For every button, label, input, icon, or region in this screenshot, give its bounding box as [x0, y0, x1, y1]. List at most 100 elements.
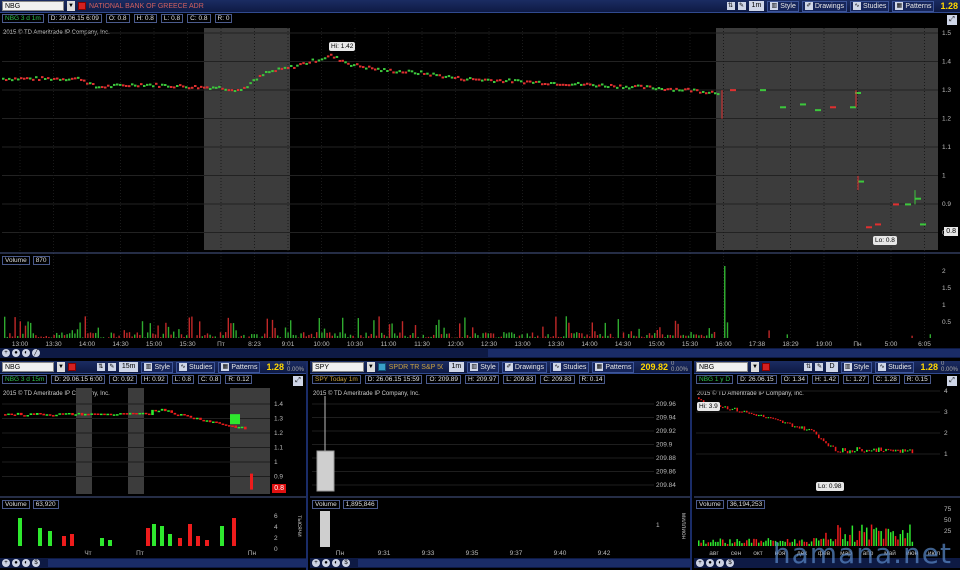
main-volume-bar [128, 332, 131, 338]
main-candle [74, 77, 77, 80]
left-scrollbar[interactable] [48, 559, 306, 567]
left-candle [68, 412, 71, 415]
main-candle [277, 67, 280, 70]
main-volume-bar [279, 337, 281, 338]
main-candle [128, 85, 131, 88]
main-candle [447, 75, 451, 78]
main-time-tick: Пт [217, 341, 225, 348]
left-candle [224, 424, 228, 426]
right-volume-tick: 50 [944, 517, 952, 524]
main-time-tick: 8:23 [248, 341, 261, 348]
left-price-tick: 1.1 [274, 445, 283, 452]
right-cursor-icon[interactable]: ◐ [716, 559, 724, 567]
main-price-tick: 1.4 [942, 59, 951, 66]
left-candle [64, 413, 68, 415]
main-volume-bar [542, 326, 544, 338]
main-volume-bar [206, 333, 209, 338]
left-candle [42, 413, 45, 416]
main-volume-bar [700, 334, 703, 338]
main-candle [230, 89, 234, 92]
main-candle [374, 68, 377, 71]
left-chart-canvas[interactable]: 1.4 1.3 1.2 1.1 1 0.9 6 4 2 0 Чт Пт Пн тысячи [0, 361, 308, 570]
main-candle [101, 86, 104, 89]
main-volume-bar [30, 322, 32, 338]
left-candle [237, 426, 241, 429]
left-volume-bar [62, 536, 66, 546]
right-candle [698, 397, 700, 400]
main-volume-bar [295, 335, 297, 338]
right-candle [806, 429, 808, 431]
main-volume-bar [269, 337, 271, 338]
right-dollar-icon[interactable]: $ [726, 559, 734, 567]
main-volume-bar [368, 336, 370, 338]
right-volume-bar [712, 539, 714, 546]
main-cursor-icon[interactable]: ◐ [22, 349, 30, 357]
main-candle [678, 89, 681, 92]
center-scrollbar[interactable] [358, 559, 690, 567]
main-candle [258, 74, 262, 77]
left-dollar-icon[interactable]: $ [32, 559, 40, 567]
main-candle [487, 78, 490, 81]
main-time-tick: 13:30 [45, 341, 62, 348]
main-volume-bar [485, 332, 487, 338]
left-cursor-icon[interactable]: ◐ [22, 559, 30, 567]
main-volume-bar [253, 334, 255, 338]
right-candle [786, 422, 789, 424]
left-pan-icon[interactable]: + [2, 559, 10, 567]
main-zoom-icon[interactable]: ● [12, 349, 20, 357]
main-candle [252, 79, 255, 82]
main-candle [290, 64, 293, 67]
center-pan-icon[interactable]: + [312, 559, 320, 567]
center-time-tick: Пн [336, 550, 345, 557]
main-draw-icon[interactable]: ╱ [32, 349, 40, 357]
main-candle [493, 80, 496, 83]
main-volume-bar [9, 333, 11, 338]
right-zoom-icon[interactable]: ● [706, 559, 714, 567]
left-candle [205, 420, 209, 422]
right-candle [767, 417, 770, 419]
main-volume-bar [165, 322, 167, 338]
main-volume-bar [43, 336, 45, 338]
left-volume-bar [48, 531, 52, 546]
main-candle [293, 66, 296, 69]
right-lo-label: Lo: 0.98 [816, 482, 844, 491]
main-candle [23, 77, 26, 80]
main-volume-bar [526, 333, 528, 338]
main-volume-bar [511, 332, 513, 338]
main-volume-bar [407, 337, 409, 338]
right-candle [839, 451, 842, 453]
main-candle [684, 88, 687, 91]
main-candle [152, 85, 155, 88]
center-cursor-icon[interactable]: ◐ [332, 559, 340, 567]
main-scrollbar[interactable] [488, 349, 960, 357]
center-zoom-icon[interactable]: ● [322, 559, 330, 567]
left-volume-unit: тысячи [296, 515, 303, 537]
main-volume-bar [409, 335, 411, 338]
main-volume-bar [170, 334, 172, 338]
main-candle [179, 84, 182, 87]
center-dollar-icon[interactable]: $ [342, 559, 350, 567]
right-candle [861, 449, 863, 452]
left-price-tick: 1.3 [274, 416, 283, 423]
main-candle [687, 87, 690, 90]
main-candle [604, 85, 607, 88]
main-chart-canvas[interactable]: 1.5 1.4 1.3 1.2 1.1 1 0.9 0.8 13:00 13:30 14:00 14:… [0, 0, 960, 358]
center-price-tick: 209.9 [656, 442, 673, 449]
left-zoom-icon[interactable]: ● [12, 559, 20, 567]
main-volume-bar [427, 336, 430, 338]
main-candle [875, 223, 881, 226]
main-candle [628, 87, 631, 90]
right-pan-icon[interactable]: + [696, 559, 704, 567]
main-pan-icon[interactable]: + [2, 349, 10, 357]
main-volume-bar [695, 334, 697, 338]
right-candle [842, 448, 844, 453]
main-volume-bar [50, 337, 53, 338]
right-candle [791, 423, 794, 427]
main-volume-bar [443, 327, 445, 338]
main-candle [645, 85, 649, 88]
center-candle [316, 450, 335, 492]
main-volume-bar [186, 335, 188, 338]
center-chart-canvas[interactable]: 209.96 209.94 209.92 209.9 209.88 209.86 209.8… [310, 361, 692, 570]
left-candle [199, 417, 202, 420]
main-volume-bar [17, 336, 19, 338]
